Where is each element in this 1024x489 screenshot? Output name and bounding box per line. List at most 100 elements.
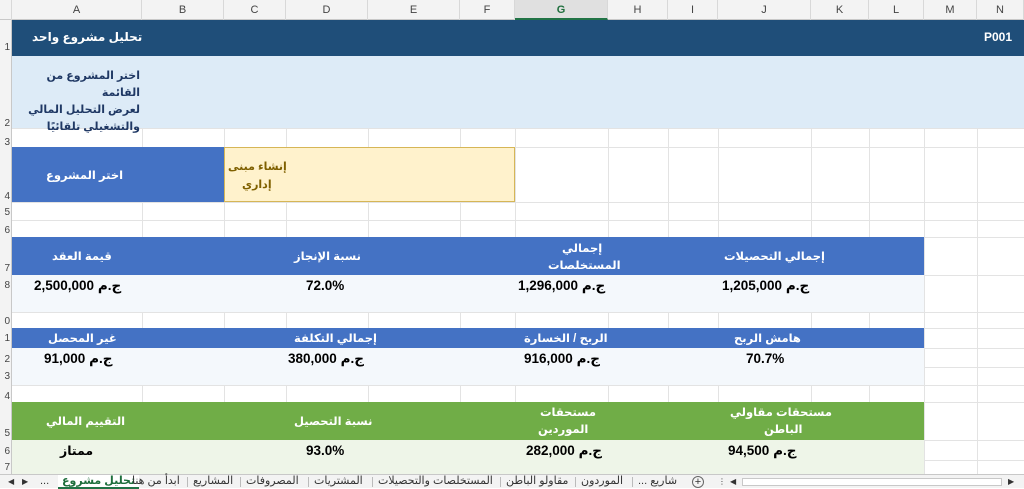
instructions-line-3: والتشغيلي تلقائيًا [46, 121, 140, 133]
currency-label: ج.م [576, 351, 600, 366]
column-header-d[interactable]: D [286, 0, 368, 20]
column-header-h[interactable]: H [608, 0, 668, 20]
profit-loss-amount: 916,000 [524, 351, 573, 366]
sheet-tabs-bar: ◀ ▶ ... تحليل مشروع ابدأ من هنا المشاريع… [0, 474, 1024, 489]
column-header-a[interactable]: A [12, 0, 142, 20]
row-header[interactable]: 2 [4, 118, 10, 129]
instructions-line-2: لعرض التحليل المالي [28, 104, 140, 116]
project-dropdown[interactable] [224, 147, 515, 202]
row-header[interactable]: 7 [4, 263, 10, 274]
kpi-financial-rating-value: ممتاز [60, 444, 94, 458]
row-header[interactable]: 3 [4, 137, 10, 148]
column-header-n[interactable]: N [977, 0, 1024, 20]
kpi-total-claims-value: ج.م 1,296,000 [518, 278, 605, 294]
instructions-line-1: اختر المشروع من القائمة [46, 70, 140, 99]
row-header[interactable]: 5 [4, 207, 10, 218]
column-header-g[interactable]: G [515, 0, 608, 20]
column-header-j[interactable]: J [718, 0, 811, 20]
column-header-i[interactable]: I [668, 0, 718, 20]
row-header[interactable]: 6 [4, 446, 10, 457]
kpi-profit-margin-value: 70.7% [746, 351, 785, 366]
row-header[interactable]: 7 [4, 462, 10, 473]
worksheet-grid[interactable]: تحليل مشروع واحد P001 اختر المشروع من ال… [12, 20, 1024, 474]
column-header-b[interactable]: B [142, 0, 224, 20]
row-header[interactable]: 2 [4, 354, 10, 365]
add-sheet-button[interactable]: + [692, 476, 704, 488]
currency-label: ج.م [581, 278, 606, 293]
tab-start-here[interactable]: ابدأ من هنا [132, 475, 180, 489]
currency-label: ج.م [89, 351, 113, 366]
row-header[interactable]: 3 [4, 371, 10, 382]
row-header-bar: 1 2 3 4 5 6 7 8 0 1 2 3 4 5 6 7 [0, 20, 12, 474]
kpi-completion-label: نسبة الإنجاز [294, 251, 361, 263]
kpi-subcontractor-dues-label-1: مستحقات مقاولي [730, 407, 832, 419]
kpi-total-claims-label-1: إجمالي [562, 243, 603, 255]
column-header-f[interactable]: F [460, 0, 515, 20]
tab-scroll-left-icon[interactable]: ◀ [8, 475, 14, 489]
collections-amount: 1,205,000 [722, 278, 783, 293]
sheet-title: تحليل مشروع واحد [32, 30, 143, 44]
tab-projects[interactable]: المشاريع [193, 475, 233, 489]
tab-subcontractors[interactable]: مقاولو الباطن [506, 475, 568, 489]
row-header[interactable]: 6 [4, 225, 10, 236]
kpi-contract-value: ج.م 2,500,000 [34, 278, 121, 294]
tab-project-analysis[interactable]: تحليل مشروع [58, 475, 140, 489]
tab-purchases[interactable]: المشتريات [314, 475, 363, 489]
contract-value-amount: 2,500,000 [34, 278, 95, 293]
column-header-e[interactable]: E [368, 0, 460, 20]
kpi-profit-loss-label: الربح / الخسارة [524, 333, 608, 345]
total-cost-amount: 380,000 [288, 351, 337, 366]
kpi-subcontractor-dues-value: ج.م 94,500 [728, 443, 796, 459]
kpi-financial-rating-label: التقييم المالي [46, 416, 126, 428]
kpi-total-cost-label: إجمالي التكلفة [294, 333, 377, 345]
tab-expenses[interactable]: المصروفات [246, 475, 299, 489]
selector-label: اختر المشروع [46, 170, 124, 182]
column-header-bar: A B C D E F G H I J K L M N [0, 0, 1024, 20]
column-header-l[interactable]: L [869, 0, 924, 20]
kpi-supplier-dues-label-1: مستحقات [540, 407, 596, 419]
kpi-total-collections-label: إجمالي التحصيلات [724, 251, 825, 263]
row-header[interactable]: 1 [4, 42, 10, 53]
row-header[interactable]: 4 [4, 191, 10, 202]
kpi-total-collections-value: ج.م 1,205,000 [722, 278, 809, 294]
tab-projects-more[interactable]: ... شاريع [638, 475, 677, 489]
horizontal-scrollbar[interactable] [742, 478, 1002, 486]
kpi-total-claims-label-2: المستخلصات [548, 260, 621, 272]
tab-claims-collections[interactable]: المستخلصات والتحصيلات [378, 475, 493, 489]
kpi-uncollected-value: ج.م 91,000 [44, 351, 112, 367]
kpi-uncollected-label: غير المحصل [48, 333, 117, 345]
uncollected-amount: 91,000 [44, 351, 86, 366]
hscroll-left-icon[interactable]: ◀ [730, 475, 736, 489]
kpi-collection-rate-value: 93.0% [306, 443, 345, 458]
tab-more-left[interactable]: ... [40, 475, 49, 489]
kpi-profit-margin-label: هامش الربح [734, 333, 801, 345]
kpi-supplier-dues-value: ج.م 282,000 [526, 443, 602, 459]
currency-label: ج.م [97, 278, 122, 293]
tab-scroll-right-icon[interactable]: ▶ [22, 475, 28, 489]
column-header-m[interactable]: M [924, 0, 977, 20]
row-header[interactable]: 5 [4, 428, 10, 439]
kpi2-values-band [12, 348, 924, 385]
claims-amount: 1,296,000 [518, 278, 579, 293]
row-header[interactable]: 4 [4, 391, 10, 402]
column-header-c[interactable]: C [224, 0, 286, 20]
currency-label: ج.م [578, 443, 602, 458]
title-band [12, 20, 1024, 56]
kpi-collection-rate-label: نسبة التحصيل [294, 416, 373, 428]
kpi-completion-value: 72.0% [306, 278, 345, 293]
project-dropdown-value-line-2: إداري [242, 179, 272, 191]
more-options-icon[interactable]: ⋮ [718, 475, 726, 489]
supplier-dues-amount: 282,000 [526, 443, 575, 458]
instructions-band [12, 56, 1024, 128]
kpi-contract-value-label: قيمة العقد [52, 251, 112, 263]
kpi-supplier-dues-label-2: الموردين [538, 424, 589, 436]
row-header[interactable]: 0 [4, 316, 10, 327]
instructions-text: اختر المشروع من القائمة لعرض التحليل الم… [18, 68, 140, 136]
hscroll-right-icon[interactable]: ▶ [1008, 475, 1014, 489]
project-code: P001 [984, 30, 1013, 44]
tab-suppliers[interactable]: الموردون [581, 475, 623, 489]
column-header-k[interactable]: K [811, 0, 869, 20]
select-all-corner[interactable] [0, 0, 12, 20]
row-header[interactable]: 8 [4, 280, 10, 291]
row-header[interactable]: 1 [4, 333, 10, 344]
